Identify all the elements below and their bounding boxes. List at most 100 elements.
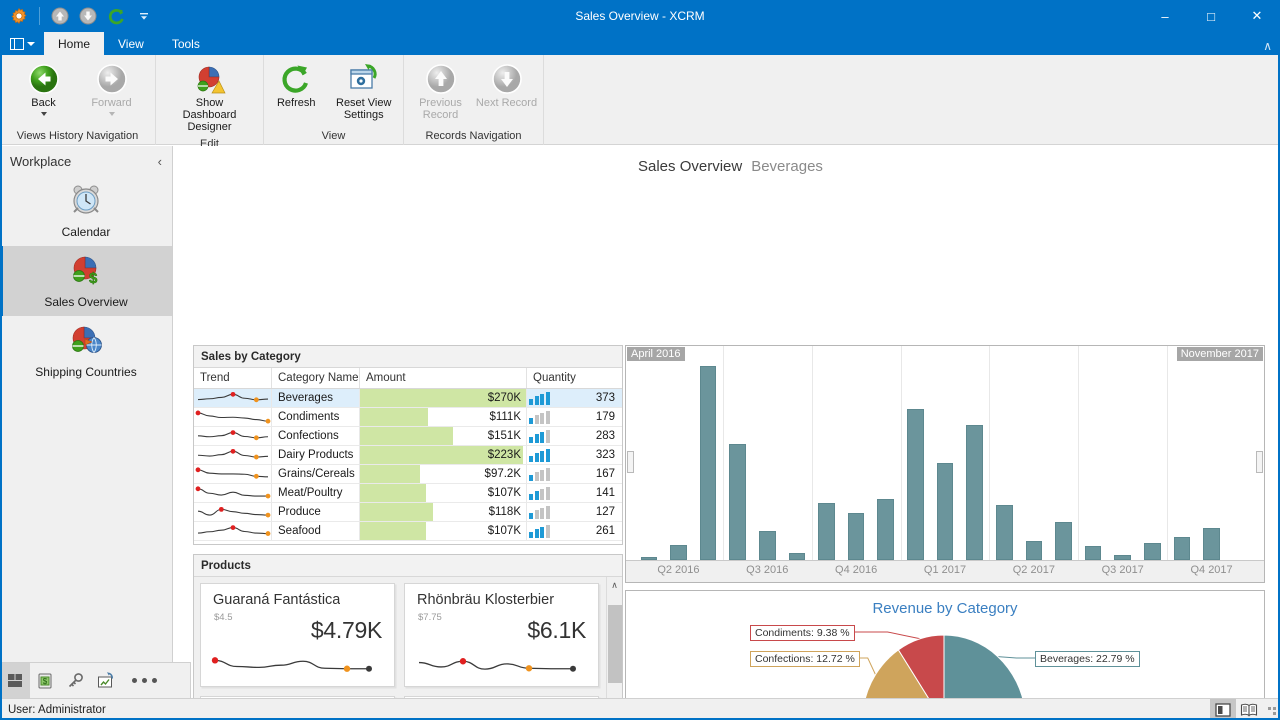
refresh-icon xyxy=(280,63,312,95)
table-row[interactable]: Produce $118K 127 xyxy=(194,503,622,522)
previous-record-button[interactable]: Previous Record xyxy=(409,61,473,123)
axis-tick-label: Q4 2016 xyxy=(835,564,878,576)
forward-dropdown-icon[interactable] xyxy=(108,112,115,116)
bar[interactable] xyxy=(877,499,895,560)
quantity-sparkbars xyxy=(529,429,551,443)
back-dropdown-icon[interactable] xyxy=(40,112,47,116)
product-unit-price: $4.5 xyxy=(214,612,233,623)
pie-slice-label: Confections: 12.72 % xyxy=(750,651,860,667)
sales-panel-title: Sales by Category xyxy=(194,346,622,368)
module-navigation-bar: $ xyxy=(0,662,191,699)
product-card[interactable]: Rhönbräu Klosterbier $7.75 $6.1K xyxy=(404,583,599,687)
bar[interactable] xyxy=(788,552,806,560)
bar-chart-plot-area[interactable]: April 2016 November 2017 xyxy=(626,346,1264,560)
bar[interactable] xyxy=(818,503,835,560)
tab-view[interactable]: View xyxy=(104,32,158,55)
navbar-overflow-button[interactable] xyxy=(120,678,157,683)
bar[interactable] xyxy=(907,409,924,560)
table-row[interactable]: Beverages $270K 373 xyxy=(194,389,622,408)
column-header-amount[interactable]: Amount xyxy=(360,368,527,388)
collapse-ribbon-button[interactable]: ∧ xyxy=(1263,39,1272,53)
overflow-dot xyxy=(152,678,157,683)
product-sparkline xyxy=(201,646,394,682)
table-row[interactable]: Condiments $111K 179 xyxy=(194,408,622,427)
scroll-up-icon[interactable]: ∧ xyxy=(607,577,623,593)
axis-tick-label: Q2 2017 xyxy=(1012,564,1055,576)
cell-category-name: Seafood xyxy=(272,522,360,540)
bar[interactable] xyxy=(1173,536,1191,560)
customize-qat-icon[interactable] xyxy=(133,5,155,27)
back-arrow-icon xyxy=(28,63,60,95)
application-menu-button[interactable] xyxy=(0,32,44,55)
bar[interactable] xyxy=(670,544,687,560)
split-view-icon[interactable] xyxy=(1210,698,1236,720)
dashboard-view-icon[interactable] xyxy=(0,662,30,699)
back-label: Back xyxy=(31,97,56,109)
tab-home[interactable]: Home xyxy=(44,32,105,55)
cell-quantity: 323 xyxy=(527,446,622,464)
chart-refresh-icon[interactable] xyxy=(90,663,120,699)
reset-view-settings-button[interactable]: Reset View Settings xyxy=(328,61,399,123)
sidebar-item-calendar[interactable]: Calendar xyxy=(0,176,172,246)
column-header-category-name[interactable]: Category Name xyxy=(272,368,360,388)
next-record-icon[interactable] xyxy=(77,5,99,27)
sales-by-category-panel: Sales by Category Trend Category Name Am… xyxy=(193,345,623,545)
bar[interactable] xyxy=(699,366,717,560)
bar[interactable] xyxy=(966,424,983,560)
bar[interactable] xyxy=(758,530,776,560)
clock-icon xyxy=(69,183,103,220)
amount-bar xyxy=(360,465,420,483)
previous-record-icon[interactable] xyxy=(49,5,71,27)
quantity-value: 127 xyxy=(595,506,615,518)
quantity-sparkbars xyxy=(529,486,551,500)
column-header-quantity[interactable]: Quantity xyxy=(527,368,622,388)
maximize-button[interactable]: □ xyxy=(1188,0,1234,32)
forward-label: Forward xyxy=(91,97,132,109)
back-button[interactable]: Back xyxy=(12,61,76,118)
refresh-button[interactable]: Refresh xyxy=(268,61,324,111)
sidebar-item-label-calendar: Calendar xyxy=(61,225,111,239)
bar[interactable] xyxy=(1144,542,1161,560)
bar[interactable] xyxy=(1025,540,1043,560)
product-card[interactable]: Guaraná Fantástica $4.5 $4.79K xyxy=(200,583,395,687)
table-row[interactable]: Meat/Poultry $107K 141 xyxy=(194,484,622,503)
ribbon-tab-strip: Home View Tools xyxy=(0,32,1280,55)
close-button[interactable]: ✕ xyxy=(1234,0,1280,32)
cell-category-name: Beverages xyxy=(272,389,360,407)
tab-tools[interactable]: Tools xyxy=(158,32,214,55)
bar[interactable] xyxy=(729,443,746,560)
bar[interactable] xyxy=(1084,545,1102,560)
sidebar-item-shipping-countries[interactable]: Shipping Countries xyxy=(0,316,172,386)
table-row[interactable]: Grains/Cereals $97.2K 167 xyxy=(194,465,622,484)
bar[interactable] xyxy=(995,505,1013,560)
money-icon[interactable]: $ xyxy=(30,663,60,699)
sidebar-collapse-button[interactable]: ‹ xyxy=(158,154,162,169)
product-total-value: $6.1K xyxy=(527,617,586,643)
next-record-button[interactable]: Next Record xyxy=(475,61,539,111)
column-header-trend[interactable]: Trend xyxy=(194,368,272,388)
products-panel-title: Products xyxy=(194,555,622,577)
key-icon[interactable] xyxy=(60,663,90,699)
scrollbar-thumb[interactable] xyxy=(607,605,622,683)
cell-amount: $97.2K xyxy=(360,465,527,483)
table-row[interactable]: Seafood $107K 261 xyxy=(194,522,622,541)
minimize-button[interactable]: – xyxy=(1142,0,1188,32)
down-arrow-icon xyxy=(491,63,523,95)
axis-tick-label: Q2 2016 xyxy=(657,564,700,576)
sidebar-item-sales-overview[interactable]: $ Sales Overview xyxy=(0,246,172,316)
quarter-separator xyxy=(1167,346,1169,560)
table-row[interactable]: Confections $151K 283 xyxy=(194,427,622,446)
bar[interactable] xyxy=(1055,521,1072,560)
bar[interactable] xyxy=(1203,527,1220,560)
gear-icon[interactable] xyxy=(8,5,30,27)
cell-category-name: Meat/Poultry xyxy=(272,484,360,502)
bar[interactable] xyxy=(847,512,865,560)
refresh-icon[interactable] xyxy=(105,5,127,27)
table-row[interactable]: Dairy Products $223K 323 xyxy=(194,446,622,465)
bar[interactable] xyxy=(936,463,954,560)
show-dashboard-designer-button[interactable]: Show Dashboard Designer xyxy=(170,61,250,135)
reading-view-icon[interactable] xyxy=(1236,699,1262,720)
cell-amount: $118K xyxy=(360,503,527,521)
forward-button[interactable]: Forward xyxy=(80,61,144,118)
window-left-border xyxy=(0,32,2,720)
